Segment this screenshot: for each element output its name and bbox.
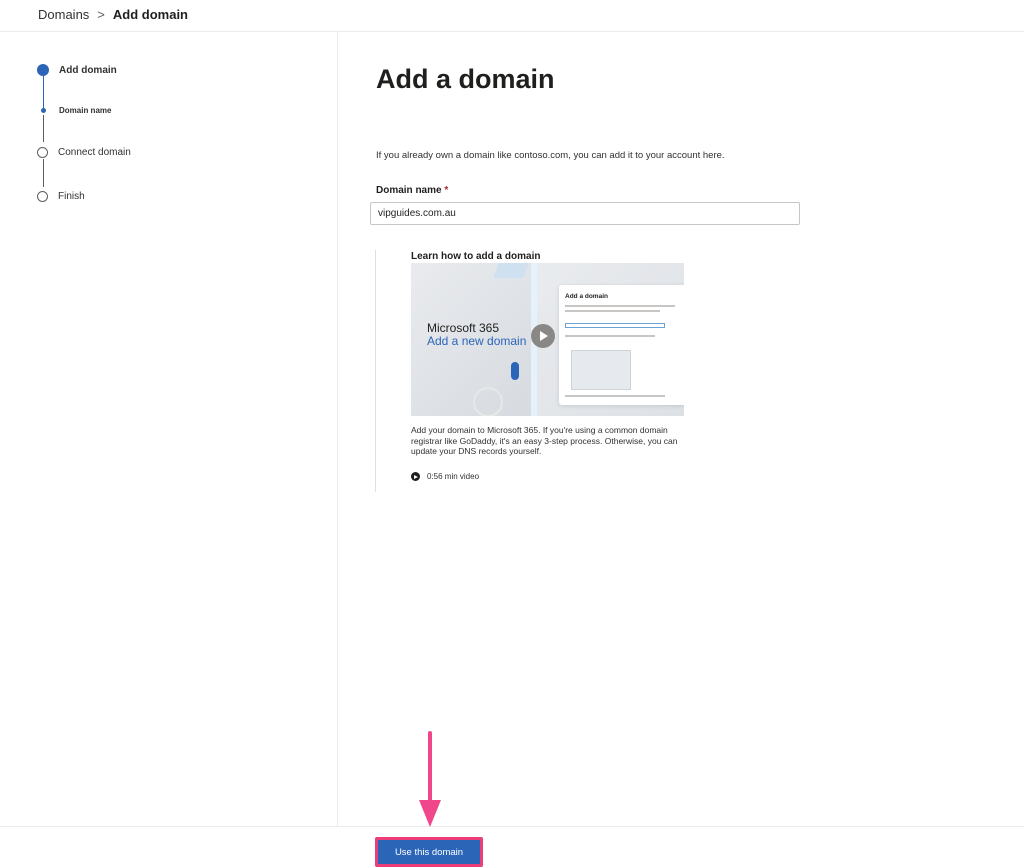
substep-active-indicator-icon <box>41 108 46 113</box>
step-connector <box>43 115 44 142</box>
wizard-steps: Add domain Domain name Connect domain Fi… <box>0 32 338 826</box>
decorative-shape <box>493 263 529 278</box>
wizard-step-label: Add domain <box>59 64 117 76</box>
step-connector <box>43 159 44 187</box>
play-circle-icon <box>411 472 420 481</box>
wizard-step-label: Connect domain <box>58 147 131 158</box>
wizard-step-label: Domain name <box>59 106 112 115</box>
video-title: Learn how to add a domain <box>411 251 541 262</box>
annotation-arrow-icon <box>428 731 432 806</box>
domain-name-label-text: Domain name <box>376 185 442 196</box>
thumbnail-input-shape <box>565 323 665 328</box>
thumbnail-panel: Add a domain <box>559 285 684 405</box>
play-icon[interactable] <box>531 324 555 348</box>
thumbnail-brand-text: Microsoft 365 <box>427 321 500 335</box>
wizard-step-add-domain[interactable]: Add domain <box>37 64 117 76</box>
breadcrumb-current: Add domain <box>112 7 188 22</box>
learn-video-card: Learn how to add a domain Add a domain M… <box>375 250 695 492</box>
footer-divider <box>0 826 1024 827</box>
video-duration-text: 0:56 min video <box>427 472 480 481</box>
wizard-step-connect-domain[interactable]: Connect domain <box>37 147 131 158</box>
step-active-indicator-icon <box>37 64 49 76</box>
domain-name-label: Domain name * <box>376 185 448 196</box>
required-indicator: * <box>444 185 449 196</box>
domain-name-input[interactable] <box>370 202 800 225</box>
wizard-step-label: Finish <box>58 191 85 202</box>
thumbnail-text-line <box>565 310 660 312</box>
thumbnail-subtitle-text: Add a new domain <box>427 334 527 348</box>
decorative-shape <box>473 387 503 416</box>
video-thumbnail[interactable]: Add a domain Microsoft 365 Add a new dom… <box>411 263 684 416</box>
step-pending-indicator-icon <box>37 147 48 158</box>
breadcrumb-separator: > <box>97 7 105 22</box>
wizard-step-finish[interactable]: Finish <box>37 191 85 202</box>
thumbnail-mini-screen <box>571 350 631 390</box>
breadcrumb: Domains > Add domain <box>38 7 188 22</box>
intro-text: If you already own a domain like contoso… <box>376 150 725 161</box>
decorative-shape <box>511 362 519 380</box>
annotation-arrow-head-icon <box>419 800 441 827</box>
breadcrumb-domains-link[interactable]: Domains <box>38 7 89 22</box>
video-description: Add your domain to Microsoft 365. If you… <box>411 425 678 457</box>
thumbnail-text-line <box>565 305 675 307</box>
use-this-domain-button[interactable]: Use this domain <box>375 837 483 867</box>
page-title: Add a domain <box>376 64 555 94</box>
step-pending-indicator-icon <box>37 191 48 202</box>
thumbnail-panel-title: Add a domain <box>565 293 608 300</box>
thumbnail-text-line <box>565 395 665 397</box>
thumbnail-text-line <box>565 335 655 337</box>
video-duration[interactable]: 0:56 min video <box>411 472 479 481</box>
wizard-substep-domain-name[interactable]: Domain name <box>38 106 111 115</box>
